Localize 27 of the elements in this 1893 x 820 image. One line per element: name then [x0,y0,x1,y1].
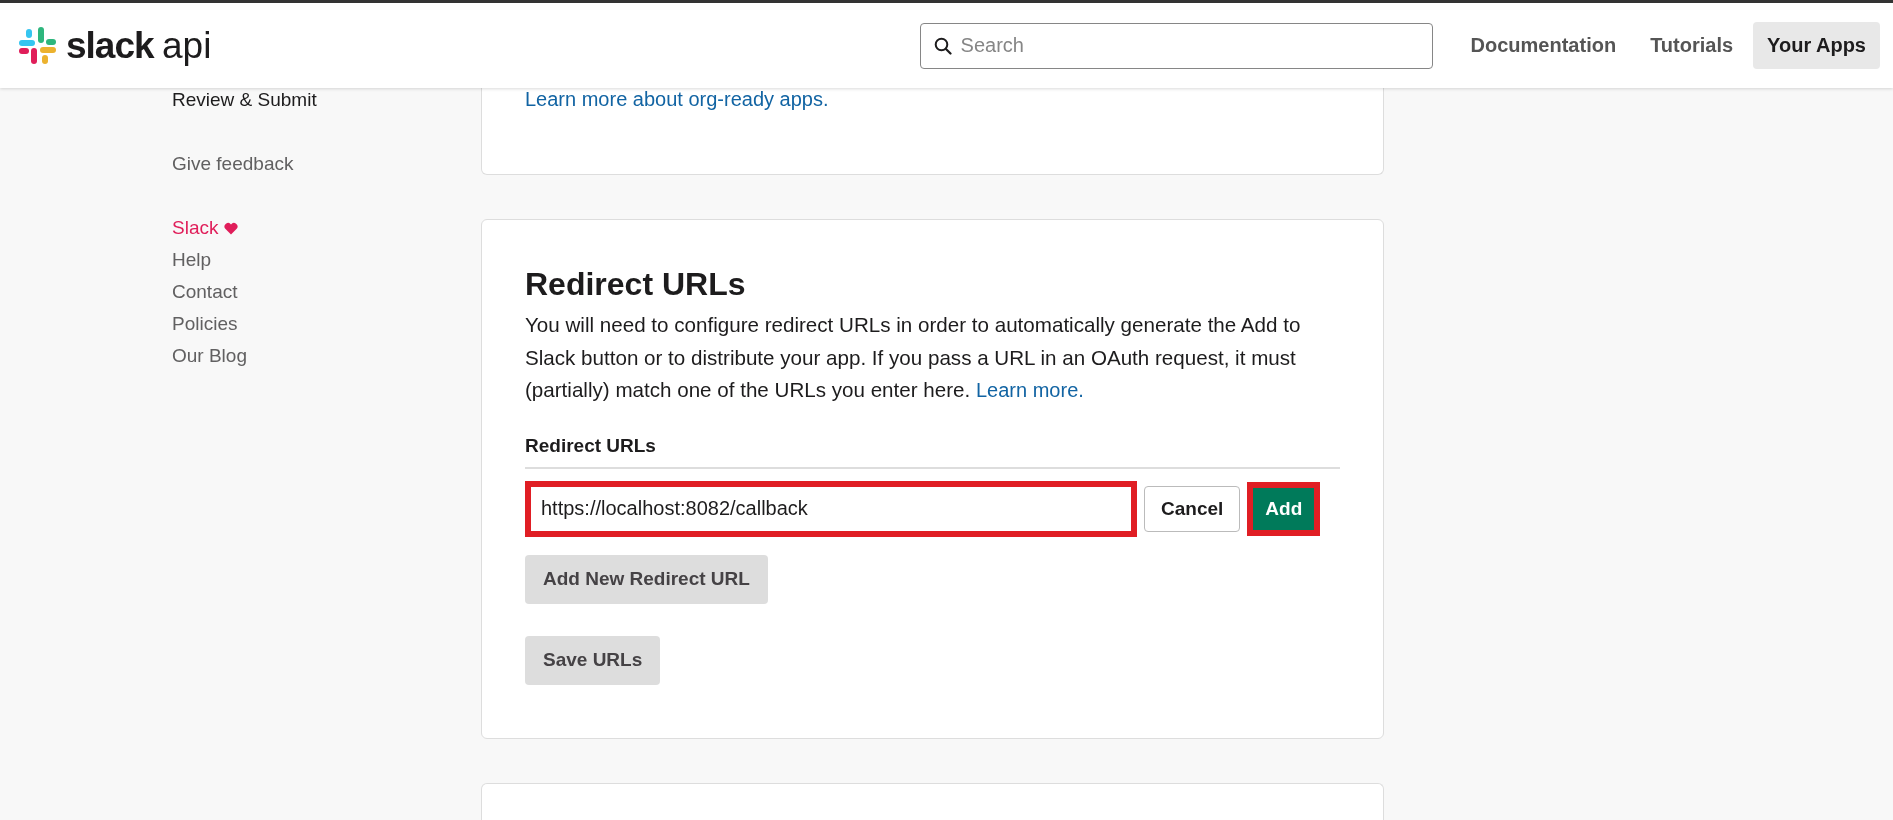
org-ready-link[interactable]: Learn more about org-ready apps. [525,88,829,110]
nav-link[interactable]: Documentation [1456,22,1631,69]
sidebar-link[interactable]: Slack [172,216,481,240]
sidebar-link[interactable]: Help [172,248,481,272]
logo-text: slack [66,24,154,66]
logo-icon [18,25,58,66]
nav-link[interactable]: Tutorials [1636,22,1748,69]
add-new-url-button[interactable]: Add New Redirect URL [525,554,768,604]
sidebar-link[interactable]: Policies [172,312,481,336]
nav-link[interactable]: Your Apps [1753,22,1880,69]
logo[interactable]: slack api [18,24,212,67]
sidebar-link[interactable]: Give feedback [172,152,481,176]
field-label: Redirect URLs [525,434,1340,469]
sidebar-link[interactable]: Review & Submit [172,88,481,112]
learn-more-link[interactable]: Learn more. [976,379,1084,401]
sidebar-link[interactable]: Contact [172,280,481,304]
redirect-url-field[interactable]: https://localhost:8082/callback [525,480,1137,537]
cancel-button[interactable]: Cancel [1144,485,1241,532]
search-field[interactable]: Search [919,22,1433,69]
search-icon [933,36,952,55]
description-text: You will need to configure redirect URLs in order to automatically generate the Add to Slack button or to distribute your app. If you pass a URL in an OAuth request, it must (partially) match one of the URLs you enter here. Learn more. [525,312,1302,403]
save-urls-button[interactable]: Save URLs [525,635,661,685]
sidebar-link[interactable]: Our Blog [172,344,481,368]
add-button[interactable]: Add [1247,481,1321,536]
logo-product-text: api [162,24,212,66]
heart-icon [224,221,239,235]
section-title: Redirect URLs [525,265,747,303]
